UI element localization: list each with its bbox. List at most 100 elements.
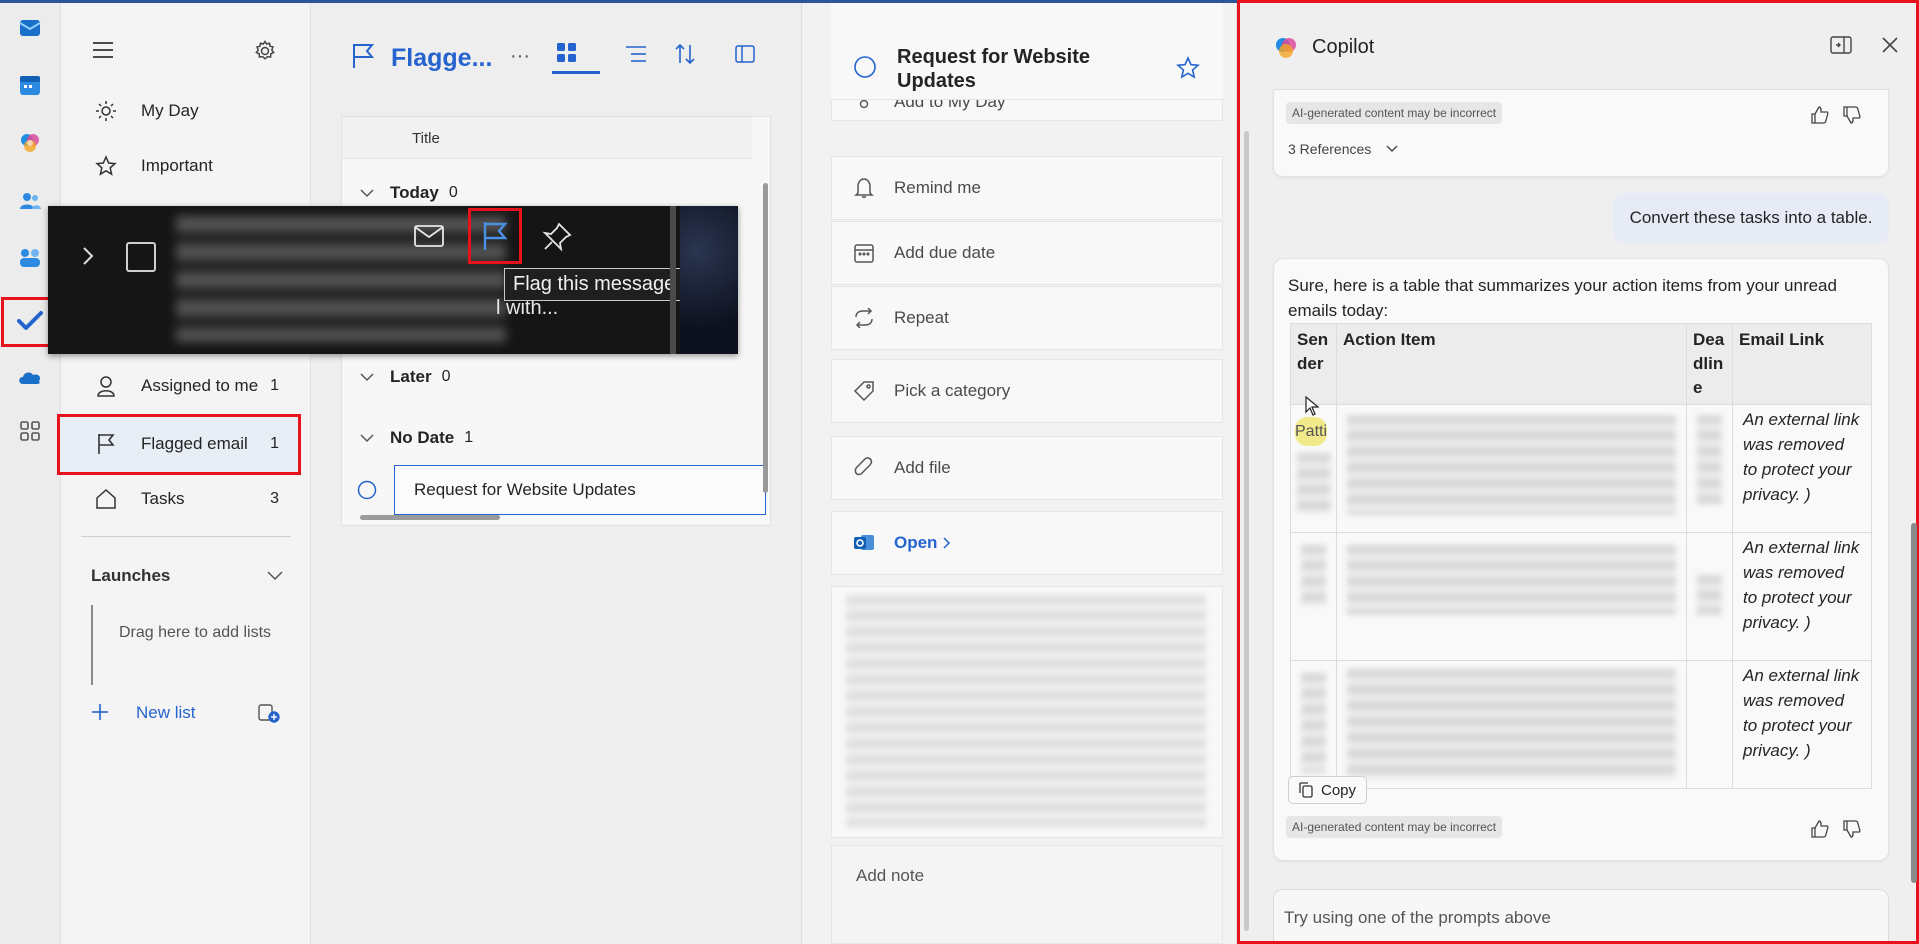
redacted-deadline: [1697, 575, 1722, 615]
horizontal-scrollbar[interactable]: [346, 511, 766, 523]
column-action-item: Action Item: [1336, 323, 1687, 405]
pick-category-button[interactable]: Pick a category: [831, 359, 1223, 423]
redacted-action: [1347, 415, 1676, 515]
task-complete-checkbox[interactable]: [853, 55, 877, 79]
star-icon[interactable]: [1176, 56, 1200, 80]
plus-icon[interactable]: [91, 703, 109, 721]
scroll-thumb[interactable]: [1911, 523, 1917, 883]
previous-response-bubble: AI-generated content may be incorrect 3 …: [1273, 89, 1889, 177]
prompt-input[interactable]: Try using one of the prompts above: [1273, 889, 1889, 941]
email-preview: [831, 586, 1223, 838]
email-link-cell[interactable]: An external link was removed to protect …: [1732, 404, 1872, 533]
detail-title[interactable]: Request for Website Updates: [897, 45, 1127, 93]
open-in-new-window-icon[interactable]: [1830, 36, 1852, 54]
user-message-text: Convert these tasks into a table.: [1629, 208, 1873, 227]
more-options-button[interactable]: ···: [510, 45, 530, 68]
email-hover-overlay: l with... Flag this message: [48, 206, 738, 354]
table-row: Patti An external link was removed to pr…: [1290, 404, 1872, 533]
outlook-icon[interactable]: [14, 11, 46, 43]
onedrive-icon[interactable]: [14, 361, 46, 393]
nav-my-day[interactable]: My Day: [93, 86, 293, 136]
add-file-button[interactable]: Add file: [831, 436, 1223, 500]
thumbs-up-icon[interactable]: [1811, 106, 1829, 124]
todo-icon[interactable]: [14, 305, 46, 337]
copy-button[interactable]: Copy: [1288, 776, 1368, 804]
repeat-icon: [852, 308, 876, 328]
person-icon: [93, 375, 119, 397]
grid-view-icon[interactable]: [557, 43, 577, 63]
remind-me-button[interactable]: Remind me: [831, 156, 1223, 220]
email-link-cell[interactable]: An external link was removed to protect …: [1732, 660, 1872, 789]
deadline-cell: [1686, 532, 1733, 661]
nav-count: 1: [270, 377, 279, 394]
nav-count: 3: [270, 490, 279, 507]
list-view-icon[interactable]: [625, 45, 647, 63]
people-icon[interactable]: [14, 185, 46, 217]
copilot-icon[interactable]: [14, 127, 46, 159]
vertical-scrollbar[interactable]: [760, 117, 770, 511]
nav-label: My Day: [141, 101, 199, 120]
option-label: Pick a category: [894, 381, 1011, 400]
chevron-right-icon: [943, 537, 951, 549]
column-title[interactable]: Title: [412, 130, 440, 147]
details-pane-icon[interactable]: [735, 45, 755, 63]
action-cell: [1336, 532, 1687, 661]
email-link-cell[interactable]: An external link was removed to protect …: [1732, 532, 1872, 661]
prompt-placeholder: Try using one of the prompts above: [1284, 908, 1551, 927]
mark-read-envelope-icon[interactable]: [414, 224, 444, 248]
note-box[interactable]: Add note: [831, 845, 1223, 944]
group-count: 1: [464, 429, 474, 446]
repeat-button[interactable]: Repeat: [831, 286, 1223, 350]
chevron-down-icon: [360, 372, 374, 382]
copilot-scrollbar[interactable]: [1242, 131, 1250, 931]
group-later[interactable]: Later 0: [360, 367, 450, 387]
sort-icon[interactable]: [674, 43, 696, 65]
nav-label: Flagged email: [141, 434, 248, 453]
open-in-outlook-button[interactable]: Open: [831, 511, 1223, 575]
thumbs-up-icon[interactable]: [1811, 820, 1829, 838]
nav-important[interactable]: Important: [93, 141, 293, 191]
redacted-content: [846, 595, 1206, 827]
chevron-down-icon[interactable]: [267, 571, 283, 581]
nav-assigned-to-me[interactable]: Assigned to me 1: [93, 361, 293, 411]
teams-icon[interactable]: [14, 243, 46, 275]
nav-tasks[interactable]: Tasks 3: [93, 474, 293, 524]
thumbs-down-icon[interactable]: [1843, 106, 1861, 124]
option-label: Add due date: [894, 243, 996, 262]
group-today[interactable]: Today 0: [360, 183, 458, 203]
hamburger-menu-icon[interactable]: [92, 41, 114, 59]
list-title[interactable]: Flagge...: [391, 44, 492, 73]
bell-icon: [852, 177, 876, 199]
add-to-my-day-button[interactable]: Add to My Day: [831, 99, 1223, 121]
flag-message-button[interactable]: [468, 208, 522, 264]
task-title: Request for Website Updates: [414, 480, 636, 499]
nav-flagged-email[interactable]: Flagged email 1: [93, 419, 293, 469]
mouse-cursor-icon: [1305, 396, 1319, 416]
references-toggle[interactable]: 3 References: [1288, 141, 1371, 157]
chevron-down-icon[interactable]: [1386, 145, 1398, 153]
add-due-date-button[interactable]: Add due date: [831, 221, 1223, 285]
scroll-thumb[interactable]: [763, 183, 768, 493]
group-no-date[interactable]: No Date 1: [360, 428, 473, 448]
sun-icon: [93, 100, 119, 122]
task-row[interactable]: Request for Website Updates: [394, 465, 766, 515]
close-icon[interactable]: [1881, 36, 1899, 54]
nav-label: Tasks: [141, 489, 185, 508]
chevron-right-icon[interactable]: [82, 246, 94, 266]
sender-cell: [1290, 660, 1337, 789]
ai-disclaimer-tag: AI-generated content may be incorrect: [1286, 102, 1503, 124]
redacted-action: [1347, 669, 1676, 779]
column-deadline: Deadline: [1686, 323, 1733, 405]
table-row: An external link was removed to protect …: [1290, 660, 1872, 789]
thumbs-down-icon[interactable]: [1843, 820, 1861, 838]
new-list-button[interactable]: New list: [136, 703, 196, 723]
calendar-icon[interactable]: [14, 69, 46, 101]
new-group-icon[interactable]: [258, 703, 280, 723]
pin-icon[interactable]: [542, 222, 572, 252]
apps-icon[interactable]: [14, 415, 46, 447]
redacted-sender: [1297, 453, 1331, 513]
task-complete-checkbox[interactable]: [357, 480, 377, 500]
scroll-thumb[interactable]: [360, 515, 500, 520]
select-checkbox[interactable]: [126, 242, 156, 272]
settings-gear-icon[interactable]: [254, 40, 276, 62]
